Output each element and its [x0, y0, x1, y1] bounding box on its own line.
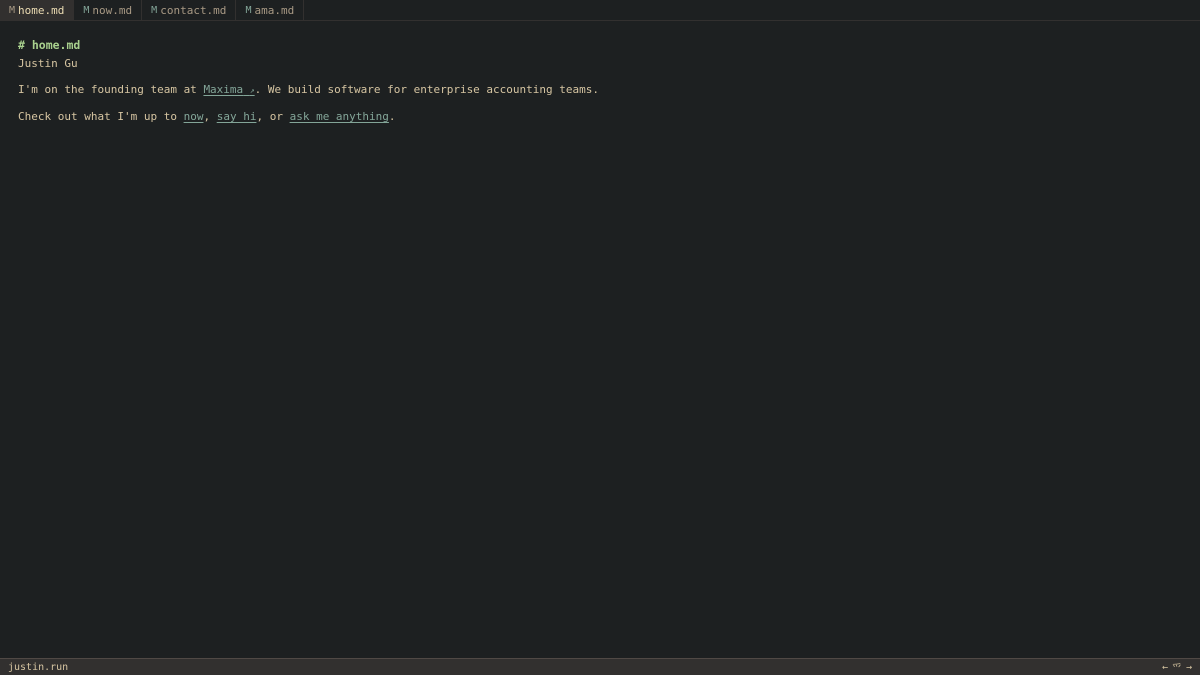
arrow-right-icon[interactable]: → [1186, 662, 1192, 673]
editor-content: # home.md Justin Gu I'm on the founding … [18, 38, 1182, 136]
tab-contact[interactable]: M contact.md [142, 0, 237, 20]
maxima-link-label: Maxima [203, 83, 244, 96]
separator: , or [256, 110, 290, 123]
site-name: justin.run [8, 661, 69, 673]
intro-text-end: . We build software for enterprise accou… [254, 83, 600, 96]
separator: , [203, 110, 217, 123]
status-nav: ← 爫 → [1162, 660, 1200, 675]
maxima-link[interactable]: Maxima ↗ [203, 83, 254, 96]
tab-ama[interactable]: M ama.md [236, 0, 305, 20]
markdown-icon: M [9, 4, 16, 16]
ask-me-anything-link[interactable]: ask me anything [290, 110, 389, 123]
tab-label: now.md [92, 3, 133, 17]
links-text: Check out what I'm up to [18, 110, 184, 123]
now-link[interactable]: now [184, 110, 204, 123]
tab-home[interactable]: M home.md [0, 0, 75, 20]
links-paragraph: Check out what I'm up to now, say hi, or… [18, 110, 1182, 124]
say-hi-link[interactable]: say hi [217, 110, 257, 123]
tab-label: home.md [18, 3, 65, 17]
markdown-icon: M [151, 4, 158, 16]
tab-label: contact.md [160, 3, 227, 17]
page-title: # home.md [18, 38, 81, 52]
arrow-left-icon[interactable]: ← [1162, 662, 1168, 673]
tab-label: ama.md [254, 3, 295, 17]
logo-icon[interactable]: 爫 [1172, 660, 1182, 675]
tab-bar: M home.md M now.md M contact.md M ama.md [0, 0, 1200, 21]
intro-text: I'm on the founding team at [18, 83, 204, 96]
author-name: Justin Gu [18, 57, 78, 70]
markdown-icon: M [245, 4, 252, 16]
tab-now[interactable]: M now.md [74, 0, 143, 20]
status-bar: justin.run ← 爫 → [0, 658, 1200, 675]
intro-paragraph: I'm on the founding team at Maxima ↗. We… [18, 83, 1182, 98]
period: . [388, 110, 396, 123]
markdown-icon: M [83, 4, 90, 16]
